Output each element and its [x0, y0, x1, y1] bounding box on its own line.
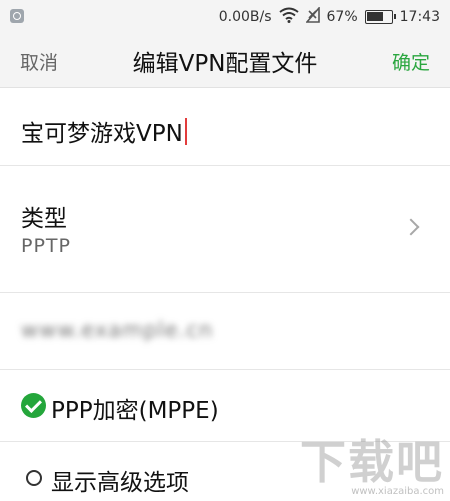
server-address-input[interactable]: www.example.cn — [21, 318, 213, 342]
signal-icon — [304, 5, 320, 27]
status-left — [10, 9, 24, 23]
vpn-name-input[interactable]: 宝可梦游戏VPN — [21, 114, 187, 148]
advanced-options-label: 显示高级选项 — [51, 470, 189, 496]
clock: 17:43 — [399, 9, 440, 25]
status-bar: 0.00B/s 67% 17:43 — [0, 0, 450, 34]
app-header: 取消 编辑VPN配置文件 确定 — [0, 34, 450, 88]
server-address-row[interactable]: www.example.cn — [0, 293, 450, 370]
type-label: 类型 — [21, 206, 67, 232]
advanced-options-row[interactable]: 显示高级选项 — [0, 442, 450, 501]
chevron-right-icon — [402, 218, 420, 236]
vpn-name-value: 宝可梦游戏VPN — [21, 121, 183, 147]
type-value: PPTP — [21, 235, 71, 257]
text-caret — [184, 117, 187, 145]
vpn-name-row[interactable]: 宝可梦游戏VPN — [0, 89, 450, 166]
confirm-button[interactable]: 确定 — [392, 48, 430, 75]
battery-icon — [364, 10, 396, 24]
checkmark-circle-icon[interactable] — [21, 393, 46, 418]
status-right: 0.00B/s 67% 17:43 — [219, 0, 440, 34]
vpn-type-row[interactable]: 类型 PPTP — [0, 166, 450, 293]
network-speed: 0.00B/s — [218, 9, 272, 25]
wifi-icon — [278, 7, 299, 27]
unchecked-circle-icon[interactable] — [26, 470, 42, 486]
page-title: 编辑VPN配置文件 — [132, 51, 318, 77]
notification-icon — [10, 9, 24, 23]
mppe-label: PPP加密(MPPE) — [51, 398, 219, 424]
battery-percent: 67% — [326, 9, 358, 25]
mppe-encryption-row[interactable]: PPP加密(MPPE) — [0, 370, 450, 442]
